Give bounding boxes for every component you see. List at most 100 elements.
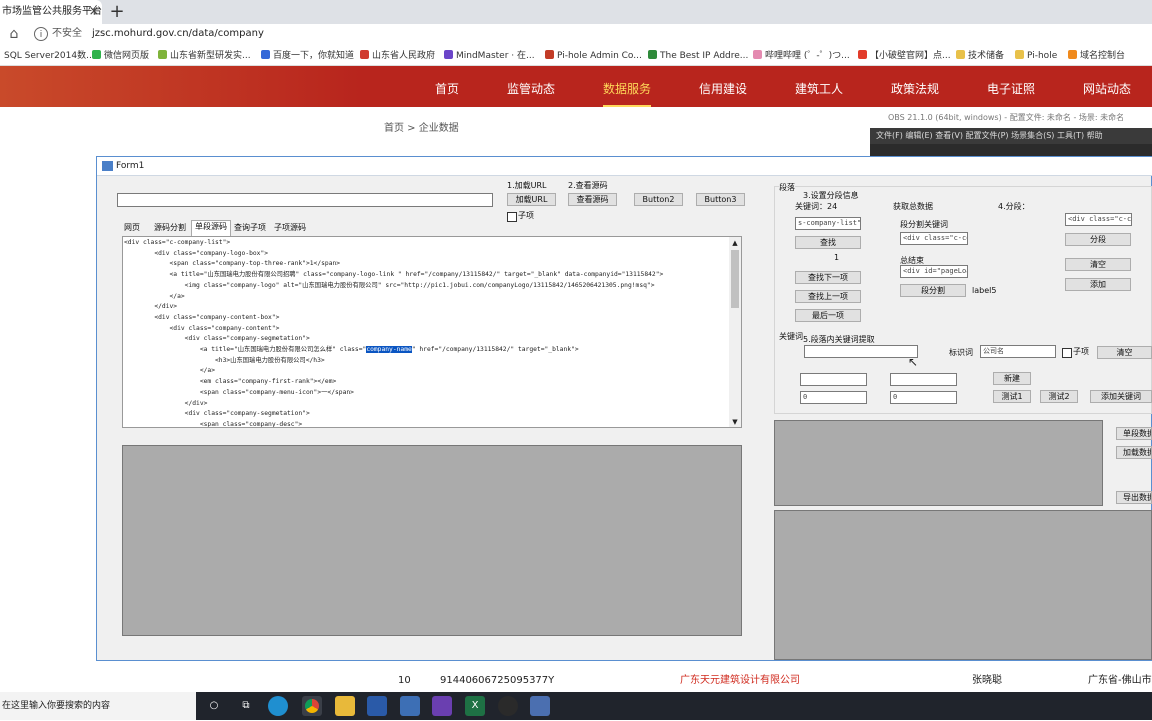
code-line: <div class="c-company-list"> <box>124 239 231 246</box>
site-banner-decoration <box>0 66 360 107</box>
home-icon[interactable]: ⌂ <box>6 26 22 42</box>
seg-keyword-label: 段分割关键词 <box>900 220 948 229</box>
row-index: 10 <box>398 675 411 686</box>
last-item-button[interactable]: 最后一项 <box>795 309 861 322</box>
row-company-link[interactable]: 广东天元建筑设计有限公司 <box>680 669 800 693</box>
label5: label5 <box>972 286 997 295</box>
form-app-taskbar-icon[interactable] <box>530 696 550 716</box>
param-input-4[interactable]: 0 <box>890 391 957 404</box>
nav-site-news[interactable]: 网站动态 <box>1083 66 1131 107</box>
split-input[interactable]: <div class="c-co <box>1065 213 1132 226</box>
edge-icon[interactable] <box>268 696 288 716</box>
task-view-icon[interactable]: ⧉ <box>236 696 256 716</box>
visual-studio-icon[interactable] <box>432 696 452 716</box>
view-source-button[interactable]: 查看源码 <box>568 193 617 206</box>
code-line: <span class="company-top-three-rank">1</… <box>124 260 341 268</box>
export-data-button[interactable]: 导出数据 <box>1116 491 1152 504</box>
cortana-icon[interactable]: ○ <box>204 696 224 716</box>
clear-button[interactable]: 清空 <box>1065 258 1131 271</box>
view-source-label: 2.查看源码 <box>568 181 608 190</box>
tab-source-split[interactable]: 源码分割 <box>152 222 188 234</box>
test1-button[interactable]: 测试1 <box>993 390 1031 403</box>
chrome-icon[interactable] <box>302 696 322 716</box>
bookmark-item[interactable]: 山东省人民政府 <box>360 47 435 65</box>
kw-subitem-checkbox[interactable] <box>1062 348 1072 358</box>
bookmark-item[interactable]: 山东省新型研发实... <box>158 47 251 65</box>
breadcrumb: 首页 > 企业数据 <box>384 123 459 134</box>
bookmark-item[interactable]: The Best IP Addre... <box>648 47 748 65</box>
param-input-1[interactable] <box>800 373 867 386</box>
code-scrollbar-thumb[interactable] <box>731 250 739 308</box>
test2-button[interactable]: 测试2 <box>1040 390 1078 403</box>
bookmark-item[interactable]: 微信网页版 <box>92 47 149 65</box>
bookmark-folder[interactable]: 技术储备 <box>956 47 1004 65</box>
data-grid[interactable] <box>122 445 742 636</box>
new-tab-button[interactable]: + <box>107 2 127 22</box>
param-input-3[interactable]: 0 <box>800 391 867 404</box>
bookmark-folder[interactable]: Pi-hole <box>1015 47 1057 65</box>
seg-split-button[interactable]: 段分割 <box>900 284 966 297</box>
scroll-down-icon[interactable]: ▼ <box>731 418 739 426</box>
find-prev-button[interactable]: 查找上一项 <box>795 290 861 303</box>
identifier-input[interactable]: 公司名 <box>980 345 1056 358</box>
code-line: </div> <box>124 303 178 311</box>
bookmark-item[interactable]: MindMaster · 在... <box>444 47 535 65</box>
subitem-checkbox[interactable] <box>507 212 517 222</box>
extract-keyword-input[interactable] <box>804 345 918 358</box>
kw-clear-button[interactable]: 清空 <box>1097 346 1152 359</box>
button2[interactable]: Button2 <box>634 193 683 206</box>
param-input-2[interactable] <box>890 373 957 386</box>
load-url-button[interactable]: 加载URL <box>507 193 556 206</box>
code-line: <div class="company-content-box"> <box>124 313 280 321</box>
find-next-button[interactable]: 查找下一项 <box>795 271 861 284</box>
bookmark-item[interactable]: Pi-hole Admin Co... <box>545 47 642 65</box>
url-field[interactable]: jzsc.mohurd.gov.cn/data/company <box>92 26 264 42</box>
kw-subitem-label: 子项 <box>1073 347 1089 356</box>
bookmark-item[interactable]: 【小破壁官网】点... <box>858 47 951 65</box>
url-input[interactable] <box>117 193 493 207</box>
file-explorer-icon[interactable] <box>335 696 355 716</box>
add-keyword-button[interactable]: 添加关键词 <box>1090 390 1152 403</box>
table-row[interactable]: 10 91440606725095377Y 广东天元建筑设计有限公司 张晓聪 广… <box>384 669 1152 693</box>
app-icon[interactable] <box>367 696 387 716</box>
info-icon[interactable]: i <box>34 27 48 41</box>
scroll-up-icon[interactable]: ▲ <box>731 239 739 247</box>
new-button[interactable]: 新建 <box>993 372 1031 385</box>
obs-title: OBS 21.1.0 (64bit, windows) - 配置文件: 未命名 … <box>870 108 1152 128</box>
excel-icon[interactable]: X <box>465 696 485 716</box>
load-data-button[interactable]: 加载数据 <box>1116 446 1152 459</box>
code-line: <div class="company-segmetation"> <box>124 410 310 418</box>
load-url-label: 1.加载URL <box>507 181 547 190</box>
tab-query-subitem[interactable]: 查询子项 <box>232 222 268 234</box>
tab-subitem-source[interactable]: 子项源码 <box>272 222 308 234</box>
add-button[interactable]: 添加 <box>1065 278 1131 291</box>
row-region: 广东省-佛山市 <box>1088 675 1152 686</box>
nav-data-service[interactable]: 数据服务 <box>603 66 652 107</box>
remote-desktop-icon[interactable] <box>400 696 420 716</box>
nav-workers[interactable]: 建筑工人 <box>795 66 843 107</box>
close-tab-icon[interactable]: × <box>86 3 102 21</box>
result-grid[interactable] <box>774 510 1152 660</box>
mouse-cursor-icon: ↖ <box>908 355 919 369</box>
taskbar-search-input[interactable]: 在这里输入你要搜索的内容 <box>0 692 196 720</box>
tab-webpage[interactable]: 网页 <box>121 222 143 234</box>
single-seg-data-button[interactable]: 单段数据 <box>1116 427 1152 440</box>
keyword-input[interactable]: s-company-list"> <box>795 217 861 230</box>
total-end-input[interactable]: <div id="pageLoa <box>900 265 968 278</box>
bookmark-item[interactable]: 域名控制台 <box>1068 47 1125 65</box>
nav-certificate[interactable]: 电子证照 <box>987 66 1035 107</box>
find-button[interactable]: 查找 <box>795 236 861 249</box>
nav-policy[interactable]: 政策法规 <box>891 66 939 107</box>
nav-credit[interactable]: 信用建设 <box>699 66 747 107</box>
split-button[interactable]: 分段 <box>1065 233 1131 246</box>
bookmark-item[interactable]: 哔哩哔哩 (゜-゜)つ... <box>753 47 850 65</box>
nav-home[interactable]: 首页 <box>435 66 459 107</box>
tab-single-source[interactable]: 单段源码 <box>191 220 231 236</box>
button3[interactable]: Button3 <box>696 193 745 206</box>
bookmark-item[interactable]: SQL Server2014数... <box>4 47 95 65</box>
bookmark-item[interactable]: 百度一下，你就知道 <box>261 47 354 65</box>
seg-keyword-input[interactable]: <div class="c-co <box>900 232 968 245</box>
nav-supervision[interactable]: 监管动态 <box>507 66 555 107</box>
obs-icon[interactable] <box>498 696 518 716</box>
segment-grid[interactable] <box>774 420 1103 506</box>
